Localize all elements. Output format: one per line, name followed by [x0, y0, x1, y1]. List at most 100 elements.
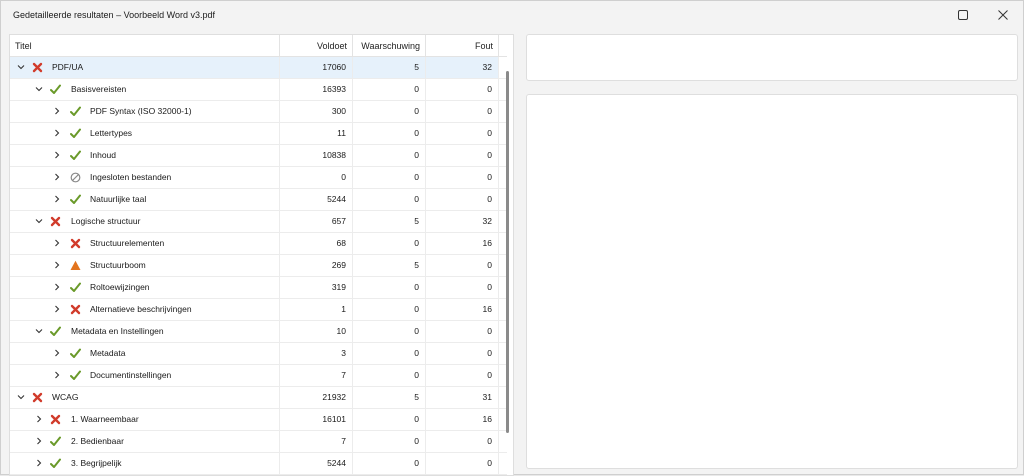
check-icon	[50, 84, 61, 95]
tree-row[interactable]: PDF Syntax (ISO 32000-1) 300 0 0	[10, 101, 507, 123]
warning-count-cell: 0	[353, 145, 426, 166]
warning-count-cell: 0	[353, 101, 426, 122]
chevron-right-icon[interactable]	[52, 260, 62, 270]
column-header-title[interactable]: Titel	[10, 35, 280, 57]
tree-row-title-cell: 1. Waarneembaar	[10, 409, 280, 430]
pass-count-cell: 1	[280, 299, 353, 320]
check-icon	[70, 348, 81, 359]
tree-row[interactable]: Metadata 3 0 0	[10, 343, 507, 365]
tree-row[interactable]: 1. Waarneembaar 16101 0 16	[10, 409, 507, 431]
check-icon	[70, 106, 81, 117]
warning-count-cell: 0	[353, 365, 426, 386]
chevron-right-icon[interactable]	[34, 458, 44, 468]
tree-row[interactable]: Logische structuur 657 5 32	[10, 211, 507, 233]
tree-row[interactable]: 3. Begrijpelijk 5244 0 0	[10, 453, 507, 475]
column-header-fail[interactable]: Fout	[426, 35, 499, 57]
tree-row[interactable]: Ingesloten bestanden 0 0 0	[10, 167, 507, 189]
fail-count-cell: 0	[426, 365, 499, 386]
chevron-down-icon[interactable]	[16, 62, 26, 72]
warning-count-cell: 5	[353, 57, 426, 78]
chevron-right-icon[interactable]	[52, 370, 62, 380]
chevron-right-icon[interactable]	[52, 150, 62, 160]
pass-count-cell: 16101	[280, 409, 353, 430]
tree-row[interactable]: Documentinstellingen 7 0 0	[10, 365, 507, 387]
fail-count-cell: 31	[426, 387, 499, 408]
pass-count-cell: 7	[280, 431, 353, 452]
check-icon	[70, 282, 81, 293]
tree-row-title-cell: Metadata	[10, 343, 280, 364]
pass-count-cell: 3	[280, 343, 353, 364]
tree-row[interactable]: Inhoud 10838 0 0	[10, 145, 507, 167]
pass-count-cell: 269	[280, 255, 353, 276]
chevron-right-icon[interactable]	[52, 304, 62, 314]
grid-header: Titel Voldoet Waarschuwing Fout	[10, 35, 507, 57]
tree-row-label: 2. Bedienbaar	[71, 436, 124, 446]
tree-row-label: Metadata en Instellingen	[71, 326, 164, 336]
check-icon	[70, 150, 81, 161]
tree-row[interactable]: Basisvereisten 16393 0 0	[10, 79, 507, 101]
check-icon	[70, 128, 81, 139]
tree-row-label: Lettertypes	[90, 128, 133, 138]
pass-count-cell: 10	[280, 321, 353, 342]
pass-count-cell: 68	[280, 233, 353, 254]
maximize-button[interactable]	[945, 1, 981, 29]
tree-row[interactable]: Lettertypes 11 0 0	[10, 123, 507, 145]
fail-count-cell: 0	[426, 277, 499, 298]
tree-row-title-cell: Structuurelementen	[10, 233, 280, 254]
chevron-right-icon[interactable]	[52, 282, 62, 292]
fail-count-cell: 0	[426, 167, 499, 188]
chevron-down-icon[interactable]	[16, 392, 26, 402]
tree-row[interactable]: Structuurboom 269 5 0	[10, 255, 507, 277]
tree-row-title-cell: Inhoud	[10, 145, 280, 166]
chevron-right-icon[interactable]	[52, 348, 62, 358]
tree-row-label: Inhoud	[90, 150, 116, 160]
tree-row[interactable]: Natuurlijke taal 5244 0 0	[10, 189, 507, 211]
chevron-right-icon[interactable]	[52, 106, 62, 116]
tree-row-label: 1. Waarneembaar	[71, 414, 139, 424]
tree-row-title-cell: WCAG	[10, 387, 280, 408]
pass-count-cell: 10838	[280, 145, 353, 166]
title-bar: Gedetailleerde resultaten – Voorbeeld Wo…	[1, 1, 1023, 29]
warning-count-cell: 0	[353, 321, 426, 342]
tree-row-label: Natuurlijke taal	[90, 194, 147, 204]
tree-row[interactable]: Roltoewijzingen 319 0 0	[10, 277, 507, 299]
tree-row[interactable]: Structuurelementen 68 0 16	[10, 233, 507, 255]
chevron-right-icon[interactable]	[52, 172, 62, 182]
fail-count-cell: 0	[426, 453, 499, 474]
vertical-scrollbar[interactable]	[506, 71, 509, 433]
column-header-pass[interactable]: Voldoet	[280, 35, 353, 57]
chevron-down-icon[interactable]	[34, 216, 44, 226]
tree-row[interactable]: WCAG 21932 5 31	[10, 387, 507, 409]
pass-count-cell: 21932	[280, 387, 353, 408]
pass-count-cell: 319	[280, 277, 353, 298]
tree-row[interactable]: PDF/UA 17060 5 32	[10, 57, 507, 79]
check-icon	[50, 436, 61, 447]
chevron-down-icon[interactable]	[34, 84, 44, 94]
fail-count-cell: 32	[426, 211, 499, 232]
warning-count-cell: 0	[353, 167, 426, 188]
fail-count-cell: 0	[426, 79, 499, 100]
warning-count-cell: 0	[353, 431, 426, 452]
maximize-icon	[958, 10, 968, 20]
pass-count-cell: 7	[280, 365, 353, 386]
tree-row[interactable]: 2. Bedienbaar 7 0 0	[10, 431, 507, 453]
check-icon	[70, 194, 81, 205]
fail-count-cell: 16	[426, 233, 499, 254]
pass-count-cell: 5244	[280, 189, 353, 210]
warning-count-cell: 0	[353, 409, 426, 430]
tree-row[interactable]: Alternatieve beschrijvingen 1 0 16	[10, 299, 507, 321]
tree-row-title-cell: Structuurboom	[10, 255, 280, 276]
results-window: Gedetailleerde resultaten – Voorbeeld Wo…	[0, 0, 1024, 476]
column-header-warning[interactable]: Waarschuwing	[353, 35, 426, 57]
chevron-right-icon[interactable]	[34, 436, 44, 446]
chevron-right-icon[interactable]	[52, 238, 62, 248]
tree-row-label: PDF/UA	[52, 62, 84, 72]
chevron-right-icon[interactable]	[52, 194, 62, 204]
chevron-right-icon[interactable]	[34, 414, 44, 424]
tree-row-title-cell: Natuurlijke taal	[10, 189, 280, 210]
fail-count-cell: 0	[426, 255, 499, 276]
chevron-right-icon[interactable]	[52, 128, 62, 138]
tree-row[interactable]: Metadata en Instellingen 10 0 0	[10, 321, 507, 343]
chevron-down-icon[interactable]	[34, 326, 44, 336]
close-button[interactable]	[985, 1, 1021, 29]
